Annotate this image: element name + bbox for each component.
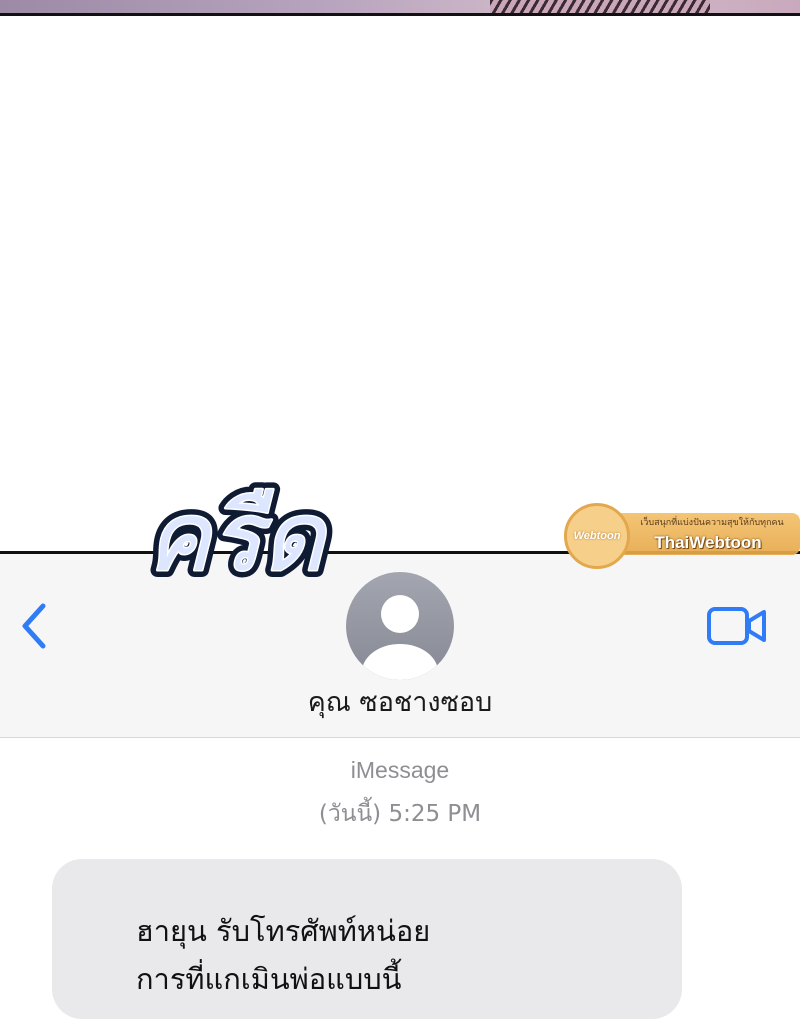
contact-avatar[interactable] (346, 572, 454, 680)
back-button[interactable] (14, 600, 54, 652)
contact-name[interactable]: คุณ ซอชางซอบ (200, 680, 600, 723)
watermark-name: ThaiWebtoon (654, 533, 762, 552)
watermark-logo: Webtoon (564, 503, 630, 569)
message-line: ฮายุน รับโทรศัพท์หน่อย (136, 914, 431, 948)
person-avatar-icon (346, 572, 454, 680)
sfx-text-fill: ครืด (146, 481, 329, 593)
watermark: เว็บสนุกที่แบ่งปันความสุขให้กับทุกคน Tha… (556, 503, 800, 569)
video-call-button[interactable] (706, 604, 768, 648)
chevron-left-icon (22, 603, 46, 649)
comic-hair-art (490, 0, 710, 13)
watermark-logo-text: Webtoon (573, 530, 621, 542)
message-timestamp: (วันนี้) 5:25 PM (318, 801, 482, 827)
sound-effect-lettering: ครืด ครืด (139, 474, 336, 600)
video-camera-icon (707, 607, 766, 645)
message-line: การที่แกเมินพ่อแบบนี้ (136, 962, 402, 996)
comic-panel-top-strip (0, 0, 800, 16)
service-label: iMessage (350, 757, 450, 783)
watermark-tagline: เว็บสนุกที่แบ่งปันความสุขให้กับทุกคน (640, 518, 784, 528)
